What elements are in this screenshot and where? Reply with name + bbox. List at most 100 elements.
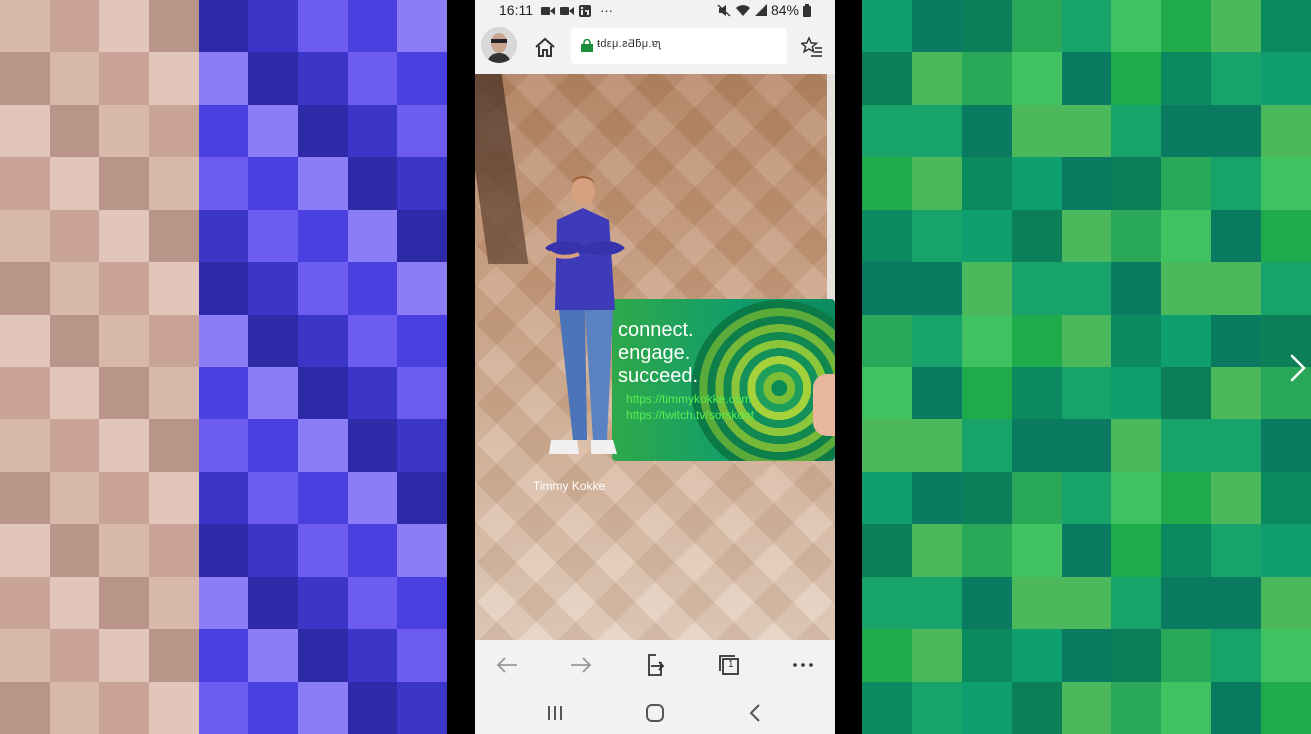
- mosaic-tile: [1161, 576, 1212, 630]
- mosaic-tile: [1161, 419, 1212, 472]
- battery-icon: [803, 3, 811, 17]
- left-phone-bezel: [447, 0, 475, 734]
- mosaic-tile: [1061, 52, 1112, 105]
- mosaic-tile: [1061, 0, 1112, 53]
- address-bar[interactable]: ŧԁεμ.ƨƋƃμ.ɐʅ: [571, 28, 787, 64]
- more-icon[interactable]: [791, 653, 815, 677]
- right-phone-bezel: [835, 0, 862, 734]
- mosaic-tile: [961, 0, 1012, 53]
- mosaic-tile: [911, 209, 962, 263]
- mosaic-tile: [1261, 681, 1311, 734]
- mosaic-tile: [961, 419, 1012, 472]
- mosaic-tile: [1061, 629, 1112, 682]
- mosaic-tile: [347, 629, 398, 682]
- mosaic-tile: [1011, 314, 1062, 367]
- mosaic-tile: [49, 52, 100, 105]
- mute-icon: [717, 3, 731, 17]
- mosaic-tile: [862, 366, 912, 420]
- mosaic-tile: [397, 157, 447, 210]
- status-more-indicator: ···: [600, 3, 613, 18]
- mosaic-tile: [248, 52, 298, 105]
- forward-arrow-icon[interactable]: [569, 653, 593, 677]
- mosaic-tile: [1011, 681, 1062, 734]
- mosaic-tile: [1211, 576, 1262, 630]
- ar-camera-view[interactable]: connect. engage. succeed. https://timmyk…: [475, 74, 835, 640]
- mosaic-tile: [99, 681, 149, 734]
- mosaic-tile: [198, 104, 249, 158]
- mosaic-tile: [1261, 0, 1311, 53]
- mosaic-tile: [99, 419, 149, 472]
- mosaic-tile: [149, 524, 199, 577]
- mosaic-tile: [198, 314, 249, 367]
- mosaic-tile: [347, 314, 398, 367]
- mosaic-tile: [1061, 104, 1112, 158]
- mosaic-tile: [1111, 0, 1162, 53]
- mosaic-tile: [298, 524, 348, 577]
- mosaic-tile: [961, 52, 1012, 105]
- mosaic-tile: [1011, 104, 1062, 158]
- home-icon[interactable]: [533, 36, 557, 60]
- mosaic-tile: [149, 419, 199, 472]
- mosaic-tile: [198, 629, 249, 682]
- mosaic-tile: [49, 681, 100, 734]
- mosaic-tile: [1011, 209, 1062, 263]
- mosaic-tile: [911, 366, 962, 420]
- mosaic-tile: [1211, 419, 1262, 472]
- mosaic-tile: [49, 0, 100, 53]
- mosaic-tile: [347, 681, 398, 734]
- mosaic-tile: [911, 471, 962, 525]
- share-icon[interactable]: [643, 653, 667, 677]
- home-circle-icon[interactable]: [644, 702, 666, 724]
- mosaic-tile: [862, 471, 912, 525]
- mosaic-tile: [99, 576, 149, 630]
- mosaic-tile: [1261, 262, 1311, 315]
- mosaic-tile: [1211, 157, 1262, 210]
- mosaic-tile: [298, 209, 348, 263]
- mosaic-tile: [298, 157, 348, 210]
- recent-apps-icon[interactable]: [544, 702, 566, 724]
- mosaic-tile: [0, 629, 50, 682]
- mosaic-tile: [149, 157, 199, 210]
- mosaic-tile: [198, 681, 249, 734]
- mosaic-tile: [347, 52, 398, 105]
- mosaic-tile: [298, 314, 348, 367]
- tabs-button[interactable]: 1: [717, 653, 741, 677]
- linkedin-icon: [579, 4, 591, 17]
- mosaic-tile: [1261, 524, 1311, 577]
- back-arrow-icon[interactable]: [495, 653, 519, 677]
- ar-person-figure: [545, 176, 625, 454]
- mosaic-tile: [1161, 471, 1212, 525]
- mosaic-tile: [1261, 157, 1311, 210]
- mosaic-tile: [1161, 209, 1212, 263]
- status-time: 16:11: [499, 2, 533, 18]
- mosaic-tile: [149, 262, 199, 315]
- mosaic-tile: [198, 209, 249, 263]
- favorites-icon[interactable]: [801, 36, 823, 58]
- mosaic-tile: [1161, 104, 1212, 158]
- mosaic-tile: [862, 314, 912, 367]
- mosaic-tile: [1211, 681, 1262, 734]
- mosaic-tile: [961, 104, 1012, 158]
- mosaic-tile: [961, 262, 1012, 315]
- mosaic-tile: [298, 262, 348, 315]
- profile-avatar[interactable]: [481, 27, 517, 63]
- mosaic-tile: [397, 419, 447, 472]
- mosaic-tile: [911, 629, 962, 682]
- mosaic-tile: [248, 0, 298, 53]
- chevron-right-icon[interactable]: [1284, 350, 1310, 386]
- mosaic-tile: [0, 0, 50, 53]
- mosaic-tile: [298, 0, 348, 53]
- mosaic-tile: [1261, 471, 1311, 525]
- mosaic-tile: [1161, 681, 1212, 734]
- system-back-icon[interactable]: [745, 702, 767, 724]
- mosaic-tile: [1211, 524, 1262, 577]
- mosaic-tile: [1061, 314, 1112, 367]
- mosaic-tile: [149, 0, 199, 53]
- mosaic-tile: [911, 0, 962, 53]
- mosaic-tile: [298, 471, 348, 525]
- mosaic-tile: [1111, 681, 1162, 734]
- mosaic-tile: [1211, 52, 1262, 105]
- mosaic-tile: [397, 209, 447, 263]
- mosaic-tile: [961, 471, 1012, 525]
- mosaic-tile: [1261, 52, 1311, 105]
